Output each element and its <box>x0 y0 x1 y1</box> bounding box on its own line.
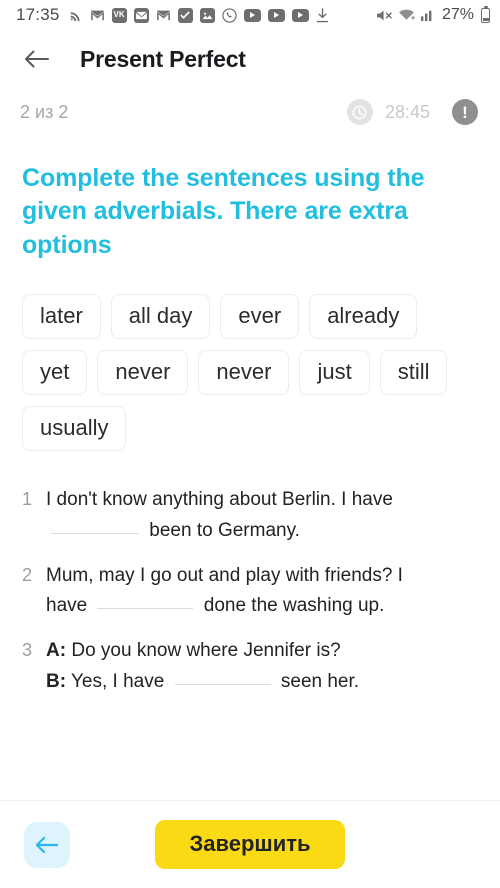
speaker-b-text-head: Yes, I have <box>71 670 165 692</box>
speaker-b-label: B: <box>46 670 67 692</box>
question-text: Mum, may I go out and play with friends?… <box>46 564 403 586</box>
battery-percent-label: 27% <box>441 6 474 23</box>
task-instruction: Complete the sentences using the given a… <box>22 164 425 259</box>
status-notification-icons: VK <box>69 7 329 23</box>
page-title: Present Perfect <box>80 45 246 72</box>
question-item: 2 Mum, may I go out and play with friend… <box>22 561 478 623</box>
checkbox-icon <box>177 7 193 23</box>
status-system-icons: 27% <box>376 5 490 24</box>
progress-row: 2 из 2 28:45 ! <box>0 88 500 136</box>
rss-icon <box>69 8 83 22</box>
vk-icon: VK <box>111 7 127 23</box>
wifi-icon <box>398 8 415 22</box>
option-chip[interactable]: still <box>379 349 448 395</box>
speaker-a-label: A: <box>46 640 67 662</box>
speaker-b-text-tail: seen her. <box>280 670 360 692</box>
app-bar: Present Perfect <box>0 30 500 88</box>
question-counter: 2 из 2 <box>20 101 69 122</box>
warning-glyph: ! <box>462 102 468 122</box>
option-chip[interactable]: never <box>97 349 189 395</box>
download-icon <box>316 7 329 23</box>
question-text: A: Do you know where Jennifer is? <box>46 636 478 667</box>
timer-label: 28:45 <box>384 101 430 122</box>
question-item: 3 A: Do you know where Jennifer is? B: Y… <box>22 636 478 698</box>
status-time: 17:35 <box>16 5 60 24</box>
youtube-icon-3 <box>291 8 309 22</box>
task-content: Complete the sentences using the given a… <box>0 162 500 698</box>
clock-icon <box>346 99 373 125</box>
question-number: 3 <box>22 640 33 661</box>
bottom-bar: Завершить <box>0 800 500 888</box>
question-text-tail: been to Germany. <box>149 519 300 541</box>
question-item: 1 I don't know anything about Berlin. I … <box>22 485 478 547</box>
option-chip[interactable]: just <box>299 349 370 395</box>
status-bar: 17:35 VK 27% <box>0 0 500 30</box>
option-chip[interactable]: usually <box>22 405 127 452</box>
option-chip[interactable]: later <box>22 293 101 339</box>
option-chip[interactable]: yet <box>22 349 88 395</box>
viber-icon <box>221 7 237 23</box>
option-chips-container: later all day ever already yet never nev… <box>22 293 478 452</box>
signal-icon <box>420 8 435 22</box>
speaker-a-text: Do you know where Jennifer is? <box>71 640 341 662</box>
question-text-tail: done the washing up. <box>203 595 385 617</box>
option-chip[interactable]: never <box>198 349 290 395</box>
mute-icon <box>376 8 393 23</box>
answer-blank[interactable] <box>51 532 139 534</box>
answer-blank[interactable] <box>97 608 194 610</box>
mail-icon <box>133 7 149 23</box>
finish-button-wrap: Завершить <box>70 820 476 869</box>
answer-blank[interactable] <box>174 683 271 685</box>
question-text-head: have <box>46 595 88 617</box>
vk-icon-glyph: VK <box>113 10 125 19</box>
youtube-icon-2 <box>267 8 285 22</box>
back-button[interactable] <box>22 44 52 74</box>
youtube-icon-1 <box>243 8 261 22</box>
gallery-icon <box>199 7 215 23</box>
question-number: 2 <box>22 564 33 585</box>
question-number: 1 <box>22 489 33 510</box>
gmail-icon-2 <box>156 9 171 21</box>
warning-icon[interactable]: ! <box>452 99 478 125</box>
battery-icon <box>481 5 490 23</box>
option-chip[interactable]: ever <box>220 293 300 339</box>
question-text: I don't know anything about Berlin. I ha… <box>46 489 393 511</box>
option-chip[interactable]: all day <box>110 293 211 339</box>
questions-list: 1 I don't know anything about Berlin. I … <box>22 485 478 698</box>
previous-question-button[interactable] <box>24 821 70 868</box>
gmail-icon <box>90 9 105 21</box>
option-chip[interactable]: already <box>309 293 418 339</box>
finish-button[interactable]: Завершить <box>155 820 345 869</box>
